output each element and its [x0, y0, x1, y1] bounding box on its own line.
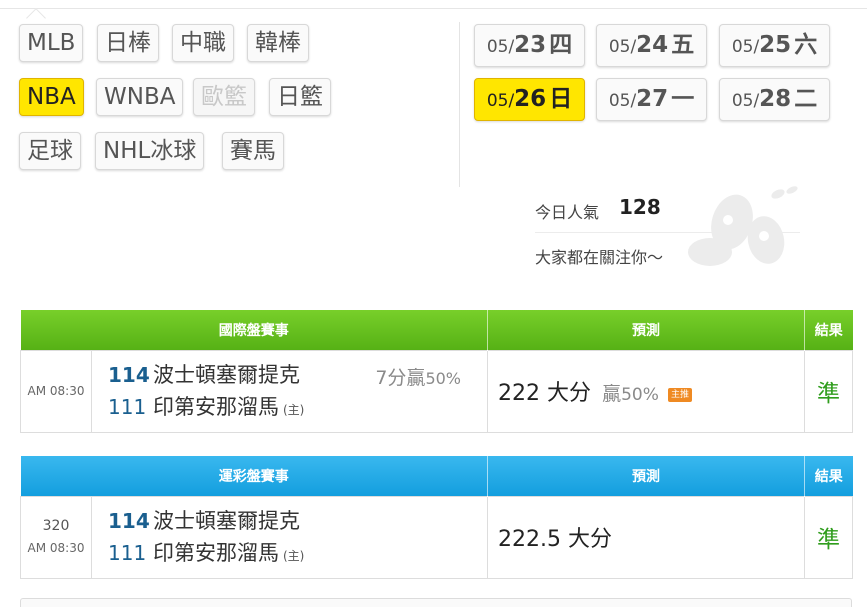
- next-section-edge: [20, 598, 852, 607]
- header-prediction: 預測: [487, 310, 805, 350]
- sport-btn-kbo[interactable]: 韓棒: [247, 24, 309, 62]
- sport-btn-cpbl[interactable]: 中職: [172, 24, 234, 62]
- sport-btn-japan-basketball[interactable]: 日籃: [269, 78, 331, 116]
- prediction-cell: 222.5 大分: [487, 495, 805, 579]
- home-score: 111: [108, 395, 147, 419]
- prediction-win-text: 贏: [602, 383, 622, 405]
- popularity-count: 128: [619, 195, 661, 219]
- teams-cell: 114 波士頓塞爾提克 111 印第安那溜馬 (主): [91, 495, 488, 579]
- date-btn-0525[interactable]: 05/25 六: [719, 24, 830, 67]
- prediction-value: 222 大分: [498, 381, 591, 406]
- date-weekday: 四: [549, 32, 573, 58]
- sport-btn-npb[interactable]: 日棒: [97, 24, 159, 62]
- home-score: 111: [108, 541, 147, 565]
- date-btn-0526[interactable]: 05/26 日: [474, 78, 585, 121]
- away-team-name: 波士頓塞爾提克: [153, 509, 300, 533]
- game-time-cell: 320 AM 08:30: [20, 495, 92, 579]
- sport-btn-wnba[interactable]: WNBA: [96, 78, 184, 116]
- lottery-games-table: 運彩盤賽事 預測 結果 320 AM 08:30 114 波士頓塞爾提克 111 印…: [20, 456, 853, 579]
- sport-btn-nhl[interactable]: NHL冰球: [95, 132, 205, 170]
- away-score: 114: [108, 363, 150, 387]
- sport-btn-horse-racing[interactable]: 賽馬: [222, 132, 284, 170]
- date-month: 05/: [731, 91, 760, 111]
- spread-info: 7分贏50%: [375, 363, 461, 390]
- date-month: 05/: [486, 37, 515, 57]
- date-day: 27: [636, 86, 669, 112]
- home-tag: (主): [283, 549, 305, 563]
- prediction-cell: 222 大分 贏50% 主推: [487, 349, 805, 433]
- header-result: 結果: [804, 310, 853, 350]
- mascot-icon: [688, 186, 798, 266]
- table-row[interactable]: AM 08:30 114 波士頓塞爾提克 111 印第安那溜馬 (主) 7分贏50% …: [20, 349, 853, 433]
- date-day: 24: [636, 32, 669, 58]
- main-pick-badge: 主推: [668, 388, 693, 402]
- result-cell: 準: [804, 349, 853, 433]
- date-weekday: 五: [671, 32, 695, 58]
- date-btn-0524[interactable]: 05/24 五: [596, 24, 707, 67]
- away-team-row: 114 波士頓塞爾提克: [108, 505, 487, 537]
- home-team-name: 印第安那溜馬: [153, 395, 279, 419]
- spread-text: 7分贏: [375, 366, 426, 389]
- date-day: 23: [514, 32, 547, 58]
- away-score: 114: [108, 509, 150, 533]
- table-header-row: 國際盤賽事 預測 結果: [20, 310, 853, 350]
- date-month: 05/: [486, 91, 515, 111]
- home-team-name: 印第安那溜馬: [153, 541, 279, 565]
- sport-btn-euro-basketball: 歐籃: [193, 78, 255, 116]
- prediction-value: 222.5 大分: [498, 527, 612, 552]
- date-btn-0528[interactable]: 05/28 二: [719, 78, 830, 121]
- spread-percent: 50%: [425, 368, 461, 388]
- panel-divider: [459, 22, 460, 187]
- date-day: 26: [514, 86, 547, 112]
- date-weekday: 日: [549, 86, 573, 112]
- game-time: AM 08:30: [27, 541, 85, 555]
- game-time: AM 08:30: [27, 384, 85, 398]
- result-cell: 準: [804, 495, 853, 579]
- date-day: 25: [759, 32, 792, 58]
- prediction-win-percent: 50%: [621, 385, 659, 405]
- prediction-win: 贏50%: [602, 383, 659, 405]
- teams-cell: 114 波士頓塞爾提克 111 印第安那溜馬 (主) 7分贏50%: [91, 349, 488, 433]
- sport-btn-soccer[interactable]: 足球: [19, 132, 81, 170]
- date-month: 05/: [731, 37, 760, 57]
- home-team-row: 111 印第安那溜馬 (主): [108, 537, 487, 569]
- date-weekday: 二: [794, 86, 818, 112]
- popularity-message: 大家都在關注你〜: [535, 248, 664, 267]
- header-result: 結果: [804, 456, 853, 496]
- date-btn-0523[interactable]: 05/23 四: [474, 24, 585, 67]
- date-btn-0527[interactable]: 05/27 一: [596, 78, 707, 121]
- table-row[interactable]: 320 AM 08:30 114 波士頓塞爾提克 111 印第安那溜馬 (主) 222…: [20, 495, 853, 579]
- popularity-label: 今日人氣: [535, 203, 600, 222]
- date-weekday: 一: [671, 86, 695, 112]
- away-team-name: 波士頓塞爾提克: [153, 363, 300, 387]
- header-match: 國際盤賽事: [20, 310, 488, 350]
- table-header-row: 運彩盤賽事 預測 結果: [20, 456, 853, 496]
- header-prediction: 預測: [487, 456, 805, 496]
- header-match: 運彩盤賽事: [20, 456, 488, 496]
- date-month: 05/: [608, 37, 637, 57]
- international-games-table: 國際盤賽事 預測 結果 AM 08:30 114 波士頓塞爾提克 111 印第安那溜…: [20, 310, 853, 433]
- sport-btn-nba[interactable]: NBA: [19, 78, 84, 116]
- date-weekday: 六: [794, 32, 818, 58]
- game-number: 320: [42, 518, 70, 534]
- date-day: 28: [759, 86, 792, 112]
- date-month: 05/: [608, 91, 637, 111]
- home-tag: (主): [283, 403, 305, 417]
- sport-btn-mlb[interactable]: MLB: [19, 24, 84, 62]
- home-team-row: 111 印第安那溜馬 (主): [108, 391, 487, 423]
- game-time-cell: AM 08:30: [20, 349, 92, 433]
